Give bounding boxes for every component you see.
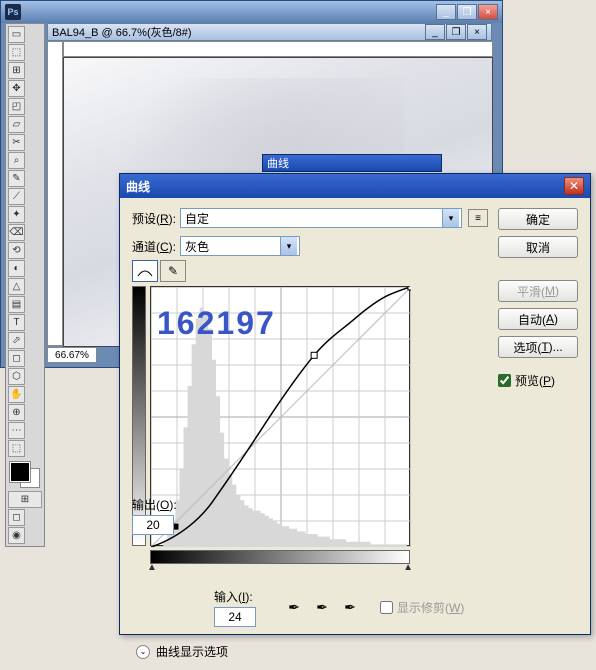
clip-label: 显示修剪(W) [397,599,464,616]
tool-16[interactable]: T [8,314,25,331]
tool-21[interactable]: ⊕ [8,404,25,421]
tool-0[interactable]: ▭ [8,26,25,43]
ruler-horizontal[interactable] [63,41,493,57]
black-eyedropper-icon[interactable]: ✒ [284,598,304,618]
output-label: 输出(O): [132,496,177,513]
curve-pencil-tool[interactable]: ✎ [160,260,186,282]
doc-maximize-button[interactable]: ❐ [446,24,466,40]
ps-app-icon: Ps [5,4,21,20]
ok-button[interactable]: 确定 [498,208,578,230]
channel-select[interactable]: 灰色 [180,236,300,256]
ruler-vertical[interactable] [47,41,63,346]
preview-checkbox[interactable]: 预览(P) [498,372,578,389]
curves-titlebar[interactable]: 曲线 ✕ [120,174,590,198]
curve-display-options-toggle[interactable]: ⌄ 曲线显示选项 [136,643,488,660]
input-group: 输入(I): 24 [214,588,256,627]
input-label: 输入(I): [214,588,253,605]
tool-3[interactable]: ✥ [8,80,25,97]
tool-4[interactable]: ◰ [8,98,25,115]
chevron-icon: ⌄ [136,645,150,659]
output-input[interactable]: 20 [132,515,174,535]
tool-12[interactable]: ⟲ [8,242,25,259]
options-button[interactable]: 选项(T)... [498,336,578,358]
doc-minimize-button[interactable]: _ [425,24,445,40]
channel-label: 通道(C): [132,238,176,255]
toolbox: ▭⬚⊞✥◰▱✂⌕✎⟋✦⌫⟲◐△▤T⬀◻⬡✋⊕⋯⬚⊞◻◉ [5,23,45,547]
curves-close-button[interactable]: ✕ [564,177,584,195]
gray-eyedropper-icon[interactable]: ✒ [312,598,332,618]
tool-9[interactable]: ⟋ [8,188,25,205]
close-button[interactable]: × [478,4,498,20]
tool-15[interactable]: ▤ [8,296,25,313]
curves-graph[interactable]: 162197 [150,286,410,546]
curve-point-tool[interactable] [132,260,158,282]
black-point-handle[interactable]: ▲ [147,562,157,573]
zoom-display[interactable]: 66.67% [47,347,97,363]
input-input[interactable]: 24 [214,607,256,627]
clip-box[interactable] [380,601,393,614]
tool-17[interactable]: ⬀ [8,332,25,349]
color-swatch[interactable] [8,460,42,490]
smooth-button[interactable]: 平滑(M) [498,280,578,302]
preview-box[interactable] [498,374,511,387]
input-gradient: ▲ ▲ [150,550,410,564]
preset-menu-icon[interactable]: ≡ [468,209,488,227]
output-group: 输出(O): 20 [132,496,177,535]
preview-label: 预览(P) [515,372,555,389]
auto-button[interactable]: 自动(A) [498,308,578,330]
tool-extra-0[interactable]: ⊞ [8,491,42,508]
maximize-button[interactable]: ❐ [457,4,477,20]
tool-5[interactable]: ▱ [8,116,25,133]
tool-6[interactable]: ✂ [8,134,25,151]
white-point-handle[interactable]: ▲ [403,562,413,573]
doc-close-button[interactable]: × [467,24,487,40]
document-title: BAL94_B @ 66.7%(灰色/8#) [52,24,192,40]
tool-7[interactable]: ⌕ [8,152,25,169]
tool-11[interactable]: ⌫ [8,224,25,241]
tool-extra-1[interactable]: ◻ [8,509,25,526]
document-header[interactable]: BAL94_B @ 66.7%(灰色/8#) _ ❐ × [47,23,492,41]
tool-8[interactable]: ✎ [8,170,25,187]
show-clipping-checkbox[interactable]: 显示修剪(W) [380,599,464,616]
curves-dialog: 曲线 ✕ 预设(R): 自定 ≡ 通道(C): 灰色 ✎ [119,173,591,635]
tool-22[interactable]: ⋯ [8,422,25,439]
tool-20[interactable]: ✋ [8,386,25,403]
secondary-titlebar[interactable]: 曲线 [262,154,442,172]
white-eyedropper-icon[interactable]: ✒ [340,598,360,618]
tool-extra-2[interactable]: ◉ [8,527,25,544]
tool-18[interactable]: ◻ [8,350,25,367]
tool-13[interactable]: ◐ [8,260,25,277]
curves-title: 曲线 [126,178,564,195]
tool-10[interactable]: ✦ [8,206,25,223]
preset-select[interactable]: 自定 [180,208,462,228]
tool-19[interactable]: ⬡ [8,368,25,385]
ps-titlebar[interactable]: Ps _ ❐ × [1,1,502,23]
preset-label: 预设(R): [132,210,176,227]
tool-14[interactable]: △ [8,278,25,295]
cancel-button[interactable]: 取消 [498,236,578,258]
tool-2[interactable]: ⊞ [8,62,25,79]
tool-23[interactable]: ⬚ [8,440,25,457]
minimize-button[interactable]: _ [436,4,456,20]
tool-1[interactable]: ⬚ [8,44,25,61]
